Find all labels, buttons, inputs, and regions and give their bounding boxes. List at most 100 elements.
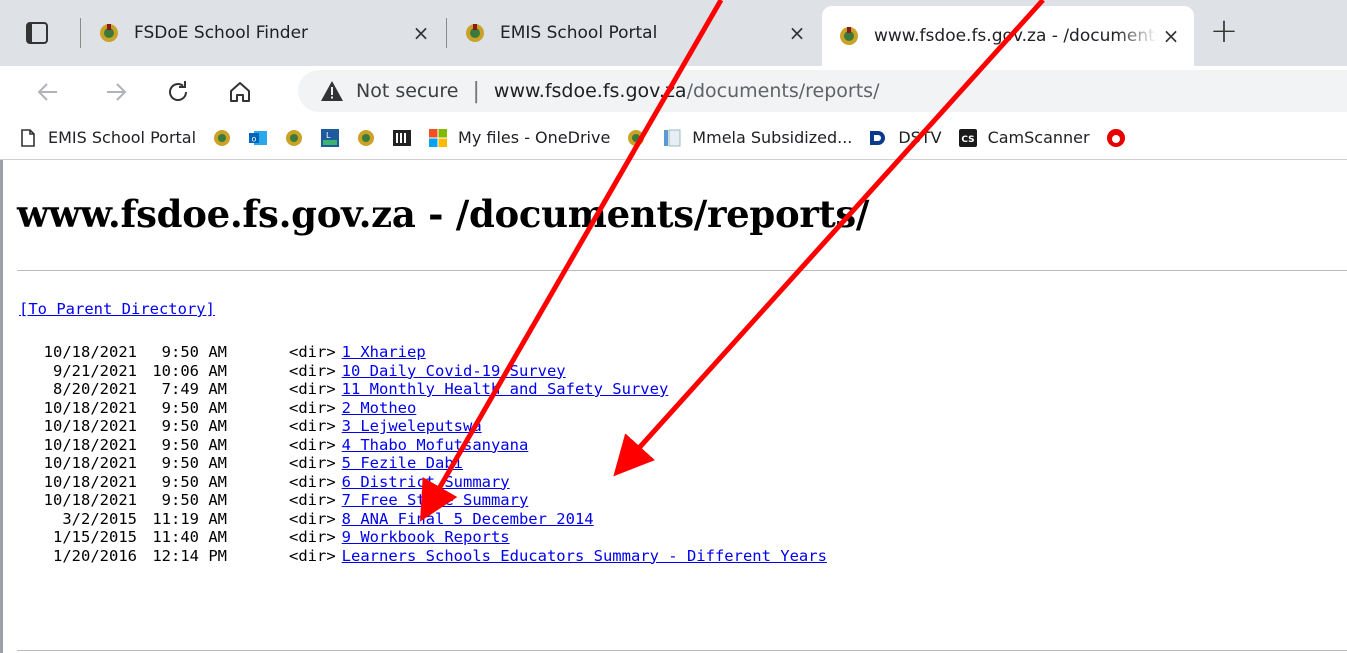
refresh-icon xyxy=(169,81,188,101)
folder-link[interactable]: 8 ANA Final 5 December 2014 xyxy=(342,510,594,529)
entry-type: <dir> xyxy=(289,546,336,565)
tab-strip: FSDoE School Finder × EMIS School Portal… xyxy=(0,0,1347,66)
listing-row: 3/2/2015 11:19 AM <dir> 8 ANA Final 5 Decem… xyxy=(19,510,827,529)
camscanner-icon: CS xyxy=(958,128,977,147)
folder-link[interactable]: 2 Motheo xyxy=(342,399,417,418)
tab-title: FSDoE School Finder xyxy=(134,23,309,43)
back-button[interactable] xyxy=(30,74,66,110)
crest-icon xyxy=(628,129,645,146)
close-tab-icon[interactable]: × xyxy=(784,20,810,46)
faith-icon xyxy=(393,129,412,146)
bookmark-live[interactable]: L xyxy=(312,122,348,154)
dstv-icon xyxy=(870,130,886,145)
folder-link[interactable]: 10 Daily Covid-19 Survey xyxy=(342,362,566,381)
folder-link[interactable]: 5 Fezile Dabi xyxy=(342,454,463,473)
entry-type: <dir> xyxy=(289,528,336,546)
bookmark-onedrive[interactable]: My files - OneDrive xyxy=(420,122,618,154)
tab-fsdoe-school-finder[interactable]: FSDoE School Finder × xyxy=(82,8,444,58)
crest-icon xyxy=(100,24,118,42)
entry-date: 10/18/2021 xyxy=(43,343,137,361)
listing-row: 10/18/2021 9:50 AM <dir> 2 Motheo xyxy=(19,399,827,418)
new-tab-button[interactable]: + xyxy=(1206,14,1242,50)
bookmark-crest[interactable] xyxy=(276,122,312,154)
folder-link[interactable]: Learners Schools Educators Summary - Dif… xyxy=(342,547,827,566)
listing-row: 10/18/2021 9:50 AM <dir> 7 Free State Summa… xyxy=(19,491,827,510)
folder-link[interactable]: 11 Monthly Health and Safety Survey xyxy=(342,380,669,399)
entry-type: <dir> xyxy=(289,509,336,528)
tab-title: EMIS School Portal xyxy=(500,23,658,43)
entry-time: 11:19 AM xyxy=(152,509,227,528)
entry-date: 9/21/2021 xyxy=(53,361,137,380)
entry-time: 9:50 AM xyxy=(161,454,227,472)
listing-row: 10/18/2021 9:50 AM <dir> 4 Thabo Mofutsanya… xyxy=(19,436,827,455)
entry-time: 9:50 AM xyxy=(161,491,227,509)
entry-date: 8/20/2021 xyxy=(53,380,137,398)
folder-link[interactable]: 6 District Summary xyxy=(342,473,510,492)
bookmark-vodafone[interactable] xyxy=(1098,122,1134,154)
reload-button[interactable] xyxy=(160,74,196,110)
entry-time: 11:40 AM xyxy=(152,528,227,546)
live-icon: L xyxy=(321,128,340,147)
page-title: www.fsdoe.fs.gov.za - /documents/reports… xyxy=(17,192,870,236)
address-bar[interactable]: Not secure | www.fsdoe.fs.gov.za/documen… xyxy=(298,70,1347,112)
crest-icon xyxy=(840,27,858,45)
folder-link[interactable]: 1 Xhariep xyxy=(342,343,426,362)
entry-type: <dir> xyxy=(289,361,336,380)
crest-icon xyxy=(466,24,484,42)
listing-row: 10/18/2021 9:50 AM <dir> 6 District Summary xyxy=(19,473,827,492)
divider xyxy=(17,650,1347,651)
entry-time: 12:14 PM xyxy=(152,546,227,565)
bookmarks-bar: EMIS School Portal o L My files - OneDri… xyxy=(0,116,1347,160)
crest-icon xyxy=(214,129,231,146)
folder-link[interactable]: 3 Lejweleputswa xyxy=(342,417,482,436)
page-icon xyxy=(21,128,35,147)
home-button[interactable] xyxy=(222,74,258,110)
tab-reports-directory[interactable]: www.fsdoe.fs.gov.za - /documents/reports… xyxy=(822,6,1194,66)
folder-link[interactable]: 7 Free State Summary xyxy=(342,491,529,510)
tab-actions-menu-icon[interactable] xyxy=(26,22,48,44)
entry-date: 10/18/2021 xyxy=(43,435,137,454)
url-host[interactable]: www.fsdoe.fs.gov.za xyxy=(494,80,687,102)
entry-type: <dir> xyxy=(289,491,336,509)
close-tab-icon[interactable]: × xyxy=(408,20,434,46)
folder-link[interactable]: 4 Thabo Mofutsanyana xyxy=(342,436,529,455)
folder-link[interactable]: 9 Workbook Reports xyxy=(342,528,510,547)
bookmark-crest[interactable] xyxy=(204,122,240,154)
bookmark-outlook[interactable]: o xyxy=(240,122,276,154)
entry-type: <dir> xyxy=(289,380,336,398)
arrow-left-icon xyxy=(37,83,57,101)
listing-row: 10/18/2021 9:50 AM <dir> 1 Xhariep xyxy=(19,343,827,362)
bookmark-faith[interactable] xyxy=(384,122,420,154)
crest-icon xyxy=(286,129,303,146)
bookmark-dstv[interactable]: DSTV xyxy=(860,122,949,154)
tab-emis-school-portal[interactable]: EMIS School Portal × xyxy=(448,8,820,58)
parent-directory-link[interactable]: [To Parent Directory] xyxy=(19,300,215,318)
forward-button[interactable] xyxy=(98,74,134,110)
bookmark-camscanner[interactable]: CS CamScanner xyxy=(950,122,1098,154)
bookmark-emis-school-portal[interactable]: EMIS School Portal xyxy=(0,122,204,154)
doc-icon xyxy=(664,129,681,146)
directory-listing: 10/18/2021 9:50 AM <dir> 1 Xhariep 9/21/2021… xyxy=(19,343,827,565)
security-status-label[interactable]: Not secure xyxy=(356,80,459,102)
entry-time: 9:50 AM xyxy=(161,343,227,361)
bookmark-crest[interactable] xyxy=(348,122,384,154)
close-tab-icon[interactable]: × xyxy=(1158,23,1184,49)
bookmark-mmela-subsidized[interactable]: Mmela Subsidized... xyxy=(654,122,860,154)
entry-type: <dir> xyxy=(289,435,336,454)
svg-text:L: L xyxy=(326,131,331,140)
entry-time: 9:50 AM xyxy=(161,472,227,491)
url-path[interactable]: /documents/reports/ xyxy=(687,80,880,102)
tab-separator xyxy=(446,18,447,48)
entry-time: 9:50 AM xyxy=(161,435,227,454)
bookmark-crest[interactable] xyxy=(618,122,654,154)
listing-row: 9/21/2021 10:06 AM <dir> 10 Daily Covid-19 … xyxy=(19,362,827,381)
crest-icon xyxy=(358,129,375,146)
listing-row: 1/20/2016 12:14 PM <dir> Learners Schools E… xyxy=(19,547,827,566)
vodafone-icon xyxy=(1106,128,1125,147)
entry-type: <dir> xyxy=(289,343,336,361)
entry-date: 3/2/2015 xyxy=(62,509,137,528)
entry-date: 1/20/2016 xyxy=(53,546,137,565)
warning-icon[interactable] xyxy=(320,80,344,102)
svg-text:o: o xyxy=(252,134,257,143)
svg-text:CS: CS xyxy=(961,135,974,145)
